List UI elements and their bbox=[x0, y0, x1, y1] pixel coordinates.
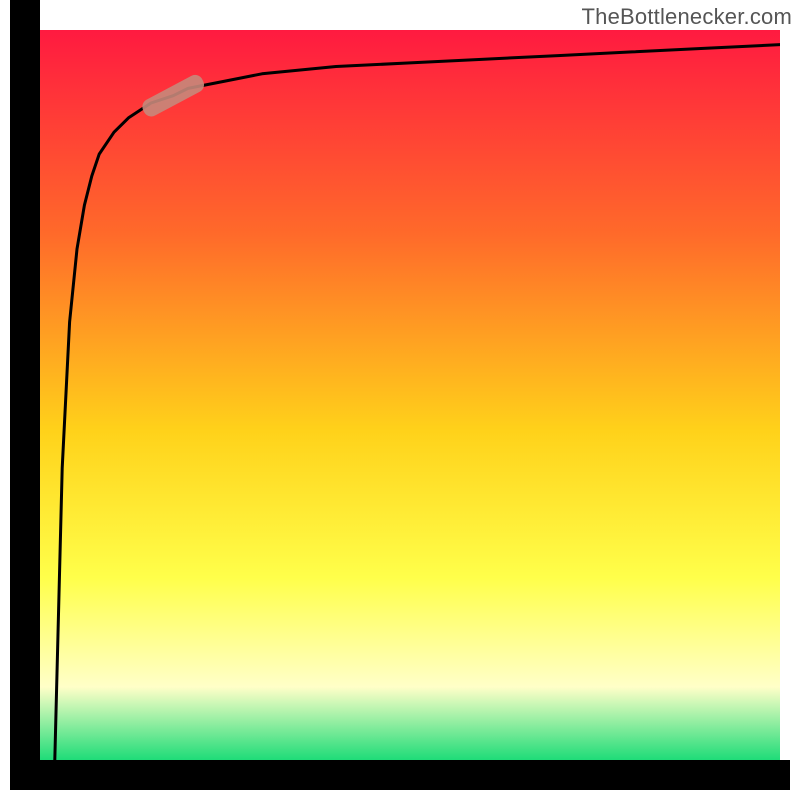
watermark-label: TheBottlenecker.com bbox=[582, 4, 792, 30]
chart-container: TheBottlenecker.com bbox=[0, 0, 800, 800]
chart-svg bbox=[0, 0, 800, 800]
axis-left bbox=[10, 0, 40, 768]
plot-background bbox=[40, 30, 780, 760]
axis-bottom bbox=[10, 760, 790, 790]
